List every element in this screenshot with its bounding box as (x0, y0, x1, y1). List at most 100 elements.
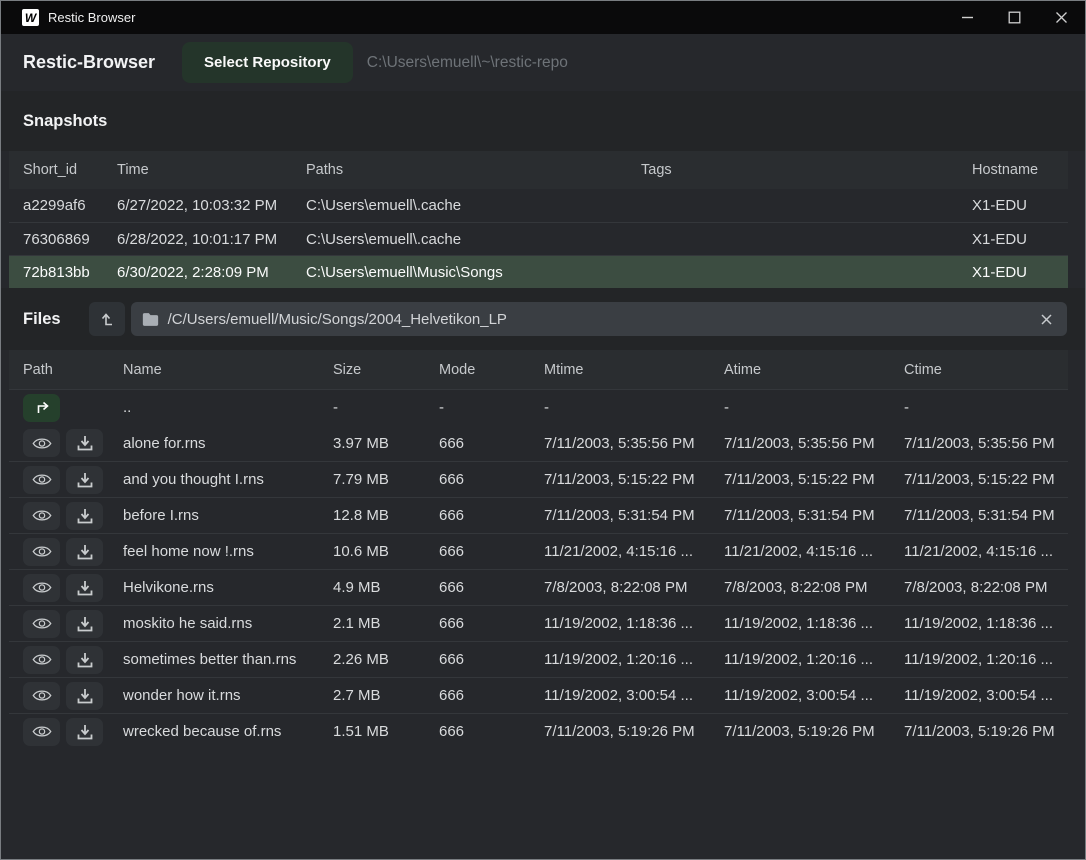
file-name: feel home now !.rns (123, 543, 333, 560)
file-atime: - (724, 399, 904, 416)
preview-file-button[interactable] (23, 646, 60, 674)
file-mtime: 7/8/2003, 8:22:08 PM (544, 579, 724, 596)
download-file-button[interactable] (66, 502, 103, 530)
snapshot-row[interactable]: a2299af6 6/27/2022, 10:03:32 PM C:\Users… (9, 189, 1068, 222)
download-icon (77, 580, 93, 596)
file-name: wonder how it.rns (123, 687, 333, 704)
snapshots-section-header: Snapshots (1, 91, 1085, 151)
column-mtime: Mtime (544, 362, 724, 378)
file-mode: 666 (439, 543, 544, 560)
snapshot-row[interactable]: 72b813bb 6/30/2022, 2:28:09 PM C:\Users\… (9, 255, 1068, 288)
download-file-button[interactable] (66, 466, 103, 494)
snapshot-short-id: a2299af6 (23, 197, 117, 214)
column-size: Size (333, 362, 439, 378)
file-row: moskito he said.rns 2.1 MB 666 11/19/200… (9, 605, 1068, 641)
download-icon (77, 616, 93, 632)
snapshot-time: 6/27/2022, 10:03:32 PM (117, 197, 306, 214)
column-paths: Paths (306, 162, 641, 178)
preview-file-button[interactable] (23, 574, 60, 602)
file-row: wonder how it.rns 2.7 MB 666 11/19/2002,… (9, 677, 1068, 713)
download-file-button[interactable] (66, 538, 103, 566)
snapshots-title: Snapshots (23, 112, 107, 131)
file-size: 12.8 MB (333, 507, 439, 524)
file-mode: 666 (439, 651, 544, 668)
file-atime: 7/11/2003, 5:19:26 PM (724, 723, 904, 740)
snapshots-table-header: Short_id Time Paths Tags Hostname (9, 151, 1068, 189)
snapshots-table-body: a2299af6 6/27/2022, 10:03:32 PM C:\Users… (9, 189, 1068, 288)
download-file-button[interactable] (66, 574, 103, 602)
file-atime: 7/11/2003, 5:15:22 PM (724, 471, 904, 488)
snapshot-paths: C:\Users\emuell\Music\Songs (306, 264, 641, 281)
snapshot-time: 6/30/2022, 2:28:09 PM (117, 264, 306, 281)
preview-file-button[interactable] (23, 502, 60, 530)
snapshot-hostname: X1-EDU (972, 231, 1054, 248)
download-file-button[interactable] (66, 646, 103, 674)
preview-file-button[interactable] (23, 610, 60, 638)
file-mtime: 7/11/2003, 5:19:26 PM (544, 723, 724, 740)
go-up-level-button[interactable] (89, 302, 125, 336)
file-row: wrecked because of.rns 1.51 MB 666 7/11/… (9, 713, 1068, 749)
file-name: moskito he said.rns (123, 615, 333, 632)
file-mtime: 7/11/2003, 5:15:22 PM (544, 471, 724, 488)
repository-path: C:\Users\emuell\~\restic-repo (367, 54, 568, 72)
file-mtime: 11/21/2002, 4:15:16 ... (544, 543, 724, 560)
preview-file-button[interactable] (23, 682, 60, 710)
file-row: sometimes better than.rns 2.26 MB 666 11… (9, 641, 1068, 677)
download-icon (77, 652, 93, 668)
file-row: feel home now !.rns 10.6 MB 666 11/21/20… (9, 533, 1068, 569)
close-icon (1055, 11, 1068, 24)
file-mtime: 11/19/2002, 1:20:16 ... (544, 651, 724, 668)
snapshot-short-id: 76306869 (23, 231, 117, 248)
download-file-button[interactable] (66, 610, 103, 638)
file-mtime: 11/19/2002, 1:18:36 ... (544, 615, 724, 632)
file-mode: 666 (439, 615, 544, 632)
files-table-header: Path Name Size Mode Mtime Atime Ctime (9, 350, 1068, 389)
maximize-icon (1008, 11, 1021, 24)
column-atime: Atime (724, 362, 904, 378)
download-icon (77, 688, 93, 704)
preview-file-button[interactable] (23, 538, 60, 566)
eye-icon (32, 544, 52, 559)
file-ctime: 11/19/2002, 1:20:16 ... (904, 651, 1054, 668)
file-ctime: 7/11/2003, 5:35:56 PM (904, 435, 1054, 452)
download-file-button[interactable] (66, 429, 103, 457)
download-file-button[interactable] (66, 682, 103, 710)
file-ctime: - (904, 399, 1054, 416)
file-ctime: 11/19/2002, 1:18:36 ... (904, 615, 1054, 632)
go-parent-button[interactable] (23, 394, 60, 422)
column-path: Path (23, 362, 123, 378)
snapshot-row[interactable]: 76306869 6/28/2022, 10:01:17 PM C:\Users… (9, 222, 1068, 255)
files-path-bar[interactable]: /C/Users/emuell/Music/Songs/2004_Helveti… (131, 302, 1067, 336)
download-icon (77, 724, 93, 740)
clear-icon (1040, 313, 1053, 326)
file-mtime: 7/11/2003, 5:31:54 PM (544, 507, 724, 524)
download-icon (77, 508, 93, 524)
maximize-button[interactable] (991, 1, 1038, 34)
files-table: Path Name Size Mode Mtime Atime Ctime ..… (9, 350, 1068, 749)
preview-file-button[interactable] (23, 718, 60, 746)
column-mode: Mode (439, 362, 544, 378)
titlebar: W Restic Browser (1, 1, 1085, 34)
file-name: Helvikone.rns (123, 579, 333, 596)
file-atime: 11/19/2002, 1:18:36 ... (724, 615, 904, 632)
file-mode: 666 (439, 723, 544, 740)
eye-icon (32, 652, 52, 667)
file-mtime: - (544, 399, 724, 416)
file-name: before I.rns (123, 507, 333, 524)
eye-icon (32, 508, 52, 523)
snapshot-paths: C:\Users\emuell\.cache (306, 231, 641, 248)
up-right-arrow-icon (34, 400, 50, 415)
parent-directory-row[interactable]: .. - - - - - (9, 389, 1068, 425)
close-button[interactable] (1038, 1, 1085, 34)
clear-path-button[interactable] (1036, 309, 1057, 330)
preview-file-button[interactable] (23, 429, 60, 457)
minimize-button[interactable] (944, 1, 991, 34)
file-name: wrecked because of.rns (123, 723, 333, 740)
eye-icon (32, 688, 52, 703)
preview-file-button[interactable] (23, 466, 60, 494)
file-mode: 666 (439, 471, 544, 488)
download-file-button[interactable] (66, 718, 103, 746)
file-ctime: 7/11/2003, 5:19:26 PM (904, 723, 1054, 740)
select-repository-button[interactable]: Select Repository (182, 42, 353, 83)
file-size: 7.79 MB (333, 471, 439, 488)
